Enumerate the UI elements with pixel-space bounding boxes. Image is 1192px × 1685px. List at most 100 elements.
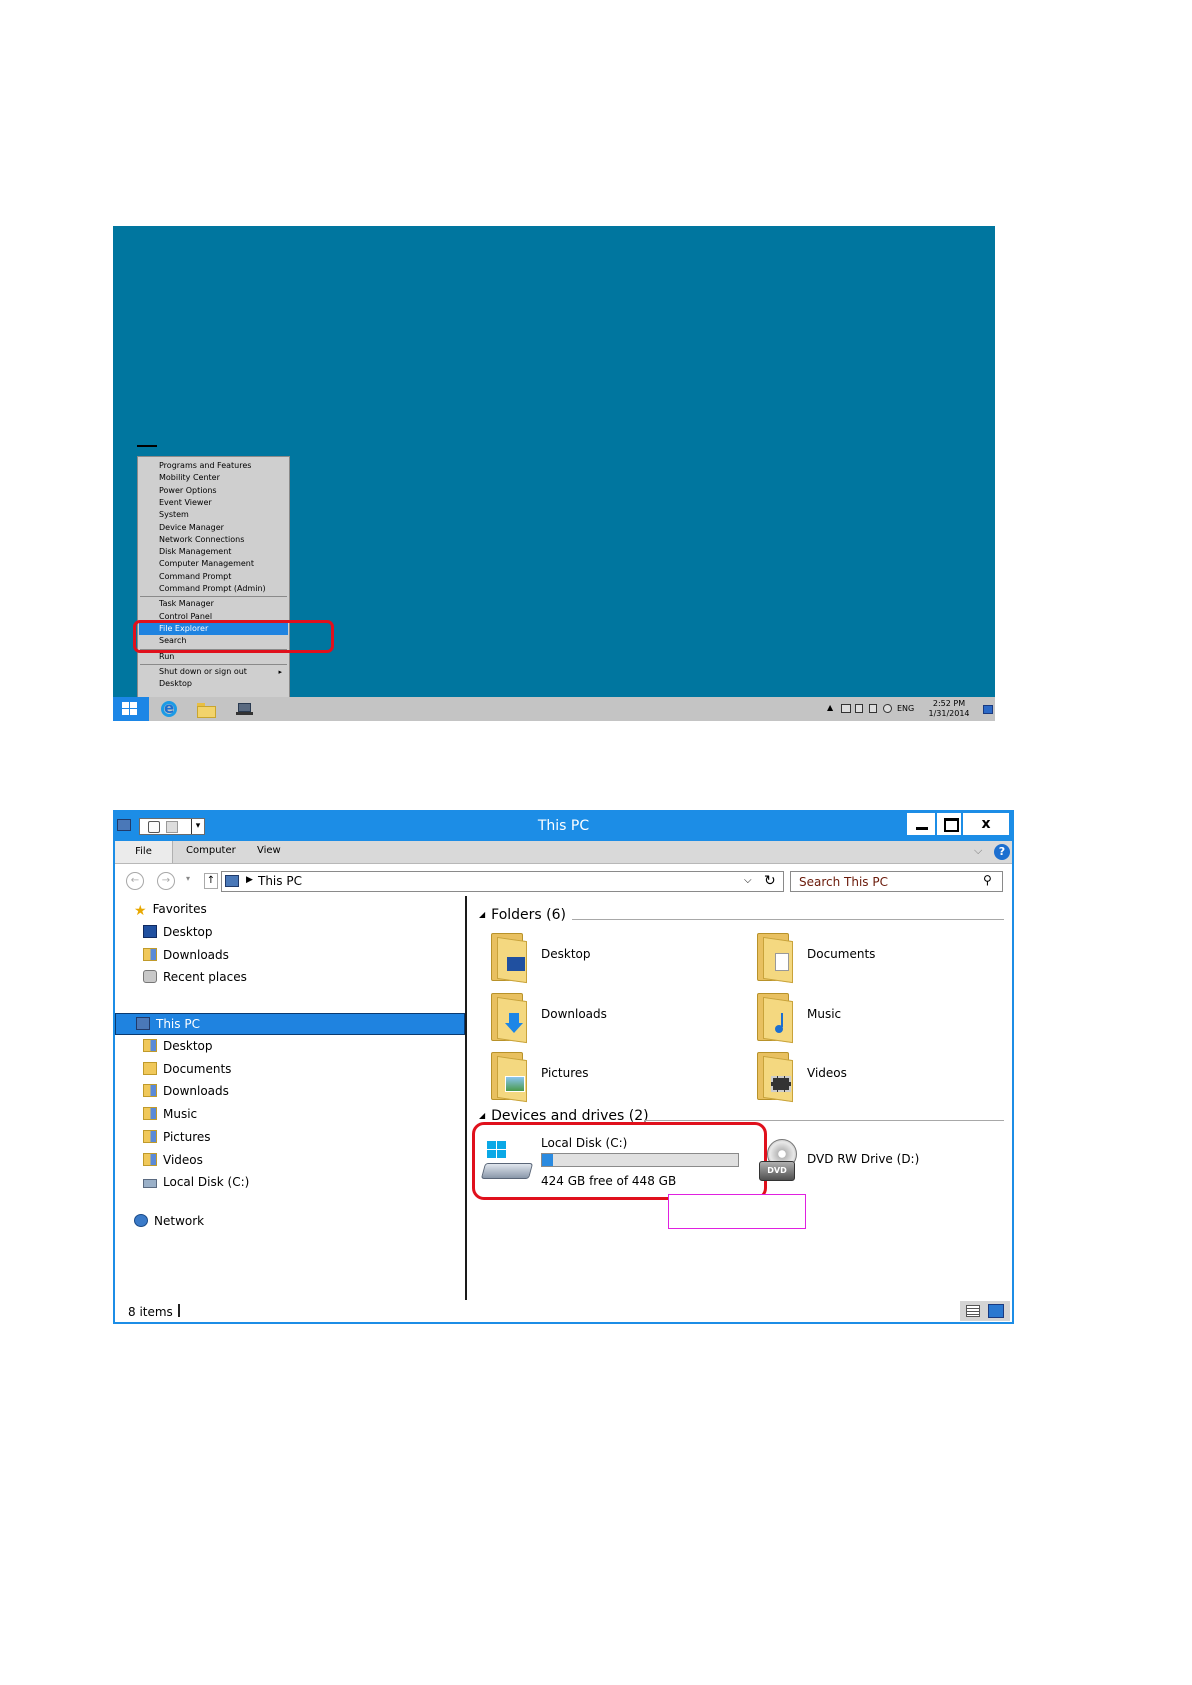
dvd-badge: DVD xyxy=(759,1161,795,1181)
keyboard-icon[interactable] xyxy=(841,704,851,713)
menu-item-label: Network Connections xyxy=(159,534,245,544)
menu-item[interactable]: Device Manager xyxy=(139,522,288,534)
nav-this-pc-item[interactable]: Videos xyxy=(143,1151,203,1169)
network-computer-icon[interactable] xyxy=(235,700,255,718)
power-user-menu: Programs and Features Mobility Center Powe… xyxy=(137,456,290,701)
windows-logo-icon xyxy=(122,702,138,716)
forward-button[interactable]: → xyxy=(157,872,175,890)
back-button[interactable]: ← xyxy=(126,872,144,890)
title-bar: ▾ This PC x xyxy=(115,812,1012,841)
menu-item[interactable]: Desktop xyxy=(139,678,288,690)
group-divider xyxy=(572,919,1004,920)
language-indicator[interactable]: ENG xyxy=(897,704,914,713)
folder-tile-desktop[interactable]: Desktop xyxy=(483,929,713,985)
address-dropdown-icon[interactable]: ⌵ xyxy=(744,875,752,886)
submenu-arrow-icon: ▸ xyxy=(278,667,282,676)
show-desktop-button[interactable] xyxy=(983,705,993,714)
view-buttons xyxy=(960,1301,1010,1321)
menu-item[interactable]: Command Prompt (Admin) xyxy=(139,583,288,595)
refresh-icon[interactable]: ↻ xyxy=(764,873,776,889)
file-explorer-taskbar-icon[interactable] xyxy=(196,700,216,718)
tab-view[interactable]: View xyxy=(257,845,281,856)
breadcrumb-this-pc[interactable]: This PC xyxy=(258,874,302,888)
tab-computer[interactable]: Computer xyxy=(186,845,236,856)
menu-item[interactable]: Power Options xyxy=(139,485,288,497)
expand-ribbon-icon[interactable]: ⌵ xyxy=(974,844,982,858)
folder-tile-downloads[interactable]: Downloads xyxy=(483,989,713,1045)
menu-item[interactable]: System xyxy=(139,509,288,521)
internet-explorer-icon[interactable]: e xyxy=(159,699,179,718)
pictures-folder-icon xyxy=(143,1129,157,1143)
folder-tile-pictures[interactable]: Pictures xyxy=(483,1048,713,1104)
dvd-drive-d-tile[interactable]: DVD DVD RW Drive (D:) xyxy=(759,1129,989,1195)
music-folder-icon xyxy=(143,1107,157,1121)
menu-item[interactable]: Mobility Center xyxy=(139,472,288,484)
menu-item-label: Device Manager xyxy=(159,522,224,532)
menu-item-label: Shut down or sign out xyxy=(159,666,247,676)
menu-item[interactable]: Disk Management xyxy=(139,546,288,558)
folder-tile-music[interactable]: Music xyxy=(749,989,979,1045)
nav-favorite-item[interactable]: Desktop xyxy=(143,923,213,941)
nav-this-pc-item[interactable]: Local Disk (C:) xyxy=(143,1173,249,1191)
recent-locations-icon[interactable]: ▾ xyxy=(186,874,190,883)
menu-item-label: Power Options xyxy=(159,485,217,495)
search-input[interactable] xyxy=(791,872,981,891)
menu-top-marker xyxy=(137,445,157,447)
minimize-button[interactable] xyxy=(906,812,936,836)
up-button[interactable]: ↑ xyxy=(204,873,218,889)
content-pane: ◢ Folders (6) Desktop Documents Downloads Mu… xyxy=(469,896,1012,1300)
drive-d-name: DVD RW Drive (D:) xyxy=(807,1152,920,1166)
this-pc-node[interactable]: This PC xyxy=(115,1013,465,1035)
local-disk-icon xyxy=(143,1179,157,1189)
tray-expand-icon[interactable]: ▲ xyxy=(827,703,833,712)
nav-this-pc-item[interactable]: Desktop xyxy=(143,1037,213,1055)
nav-favorite-item[interactable]: Downloads xyxy=(143,946,229,964)
nav-this-pc-item[interactable]: Pictures xyxy=(143,1128,211,1146)
folder-tile-documents[interactable]: Documents xyxy=(749,929,979,985)
flag-icon[interactable] xyxy=(855,704,863,713)
nav-this-pc-item[interactable]: Music xyxy=(143,1105,197,1123)
menu-item-label: Command Prompt (Admin) xyxy=(159,584,266,593)
menu-item[interactable]: Shut down or sign out ▸ xyxy=(139,666,288,678)
network-node[interactable]: Network xyxy=(134,1212,204,1230)
nav-this-pc-item[interactable]: Downloads xyxy=(143,1082,229,1100)
favorites-node[interactable]: ★ Favorites xyxy=(134,900,207,919)
address-bar[interactable]: ▶ This PC ⌵ ↻ xyxy=(221,871,784,892)
menu-item[interactable]: Event Viewer xyxy=(139,497,288,509)
navigation-pane: ★ Favorites Desktop Downloads Recent places T… xyxy=(115,896,467,1300)
tab-file[interactable]: File xyxy=(115,841,173,863)
clock[interactable]: 2:52 PM 1/31/2014 xyxy=(927,699,971,719)
menu-item-label: Event Viewer xyxy=(159,497,212,507)
start-button[interactable] xyxy=(113,697,149,721)
recent-places-icon xyxy=(143,970,157,983)
menu-item[interactable]: Command Prompt xyxy=(139,571,288,583)
search-box: ⚲ xyxy=(790,871,1003,892)
help-icon[interactable]: ? xyxy=(994,844,1010,860)
folders-group-header[interactable]: ◢ Folders (6) xyxy=(479,907,566,923)
menu-item[interactable]: Task Manager xyxy=(139,598,288,610)
maximize-button[interactable] xyxy=(936,812,962,836)
search-icon[interactable]: ⚲ xyxy=(983,873,992,887)
volume-icon[interactable] xyxy=(883,704,892,713)
menu-item[interactable]: Network Connections xyxy=(139,534,288,546)
menu-item[interactable]: Computer Management xyxy=(139,558,288,570)
menu-separator xyxy=(140,663,287,665)
menu-item-label: Disk Management xyxy=(159,547,232,557)
breadcrumb-separator-icon[interactable]: ▶ xyxy=(246,875,253,885)
downloads-folder-icon xyxy=(143,947,157,961)
menu-item[interactable]: Programs and Features xyxy=(139,460,288,472)
signal-icon[interactable] xyxy=(869,704,877,713)
collapse-icon: ◢ xyxy=(479,910,486,919)
nav-favorite-item[interactable]: Recent places xyxy=(143,968,247,986)
large-icons-view-icon[interactable] xyxy=(988,1304,1004,1318)
menu-item-label: Desktop xyxy=(159,679,192,689)
pictures-folder-icon xyxy=(489,1052,529,1103)
this-pc-node-label: This PC xyxy=(156,1017,200,1031)
documents-folder-icon xyxy=(143,1061,157,1075)
nav-this-pc-item[interactable]: Documents xyxy=(143,1060,231,1078)
details-view-icon[interactable] xyxy=(966,1305,980,1317)
folder-tile-videos[interactable]: Videos xyxy=(749,1048,979,1104)
collapse-icon: ◢ xyxy=(479,1111,486,1120)
close-button[interactable]: x xyxy=(962,812,1010,836)
music-folder-icon xyxy=(755,992,795,1043)
